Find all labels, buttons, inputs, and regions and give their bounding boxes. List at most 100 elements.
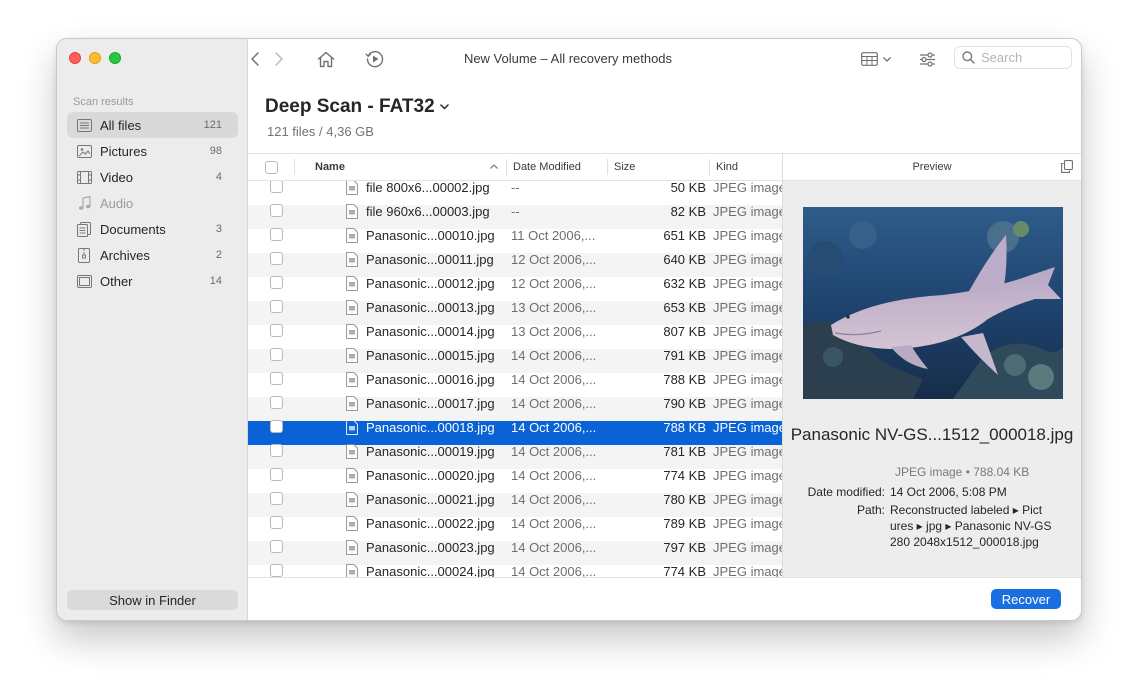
row-checkbox[interactable]: [270, 396, 283, 409]
kind-cell: JPEG image: [713, 443, 782, 459]
size-cell: 774 KB: [663, 467, 706, 483]
sidebar-item-pictures[interactable]: Pictures 98: [67, 138, 238, 164]
jpeg-file-icon: [346, 491, 358, 507]
jpeg-file-icon: [346, 227, 358, 243]
file-name: Panasonic...00022.jpg: [366, 515, 495, 531]
scan-title-label: Deep Scan - FAT32: [265, 96, 435, 117]
back-button[interactable]: [245, 48, 265, 70]
row-checkbox[interactable]: [270, 540, 283, 553]
kind-cell: JPEG image: [713, 299, 782, 315]
name-cell: Panasonic...00014.jpg: [346, 319, 506, 343]
row-cells: Panasonic...00017.jpg 14 Oct 2006,... 790 …: [248, 391, 782, 415]
kind-cell: JPEG image: [713, 395, 782, 411]
copy-icon[interactable]: [1061, 160, 1073, 173]
path-label: Path:: [856, 503, 885, 517]
sidebar-item-count: 4: [215, 171, 222, 183]
filter-settings-button[interactable]: [915, 48, 939, 70]
size-cell: 788 KB: [663, 371, 706, 387]
sidebar-item-other[interactable]: Other 14: [67, 268, 238, 294]
resume-scan-button[interactable]: [363, 48, 387, 70]
file-name: Panasonic...00013.jpg: [366, 299, 495, 315]
search-input[interactable]: Search: [981, 50, 1022, 65]
jpeg-file-icon: [346, 467, 358, 483]
column-header-name[interactable]: Name: [315, 154, 505, 180]
row-checkbox[interactable]: [270, 420, 283, 433]
column-header-kind[interactable]: Kind: [716, 154, 738, 180]
search-field[interactable]: Search: [954, 46, 1072, 69]
row-checkbox[interactable]: [270, 372, 283, 385]
close-window-button[interactable]: [69, 52, 81, 64]
name-cell: Panasonic...00015.jpg: [346, 343, 506, 367]
sidebar-item-all-files[interactable]: All files 121: [67, 112, 238, 138]
recover-button[interactable]: Recover: [991, 589, 1061, 609]
row-checkbox[interactable]: [270, 444, 283, 457]
sidebar-item-video[interactable]: Video 4: [67, 164, 238, 190]
date-modified-value: 14 Oct 2006, 5:08 PM: [890, 485, 1007, 499]
home-button[interactable]: [314, 48, 338, 70]
row-checkbox[interactable]: [270, 564, 283, 577]
date-cell: --: [511, 181, 520, 195]
jpeg-file-icon: [346, 419, 358, 435]
row-checkbox[interactable]: [270, 492, 283, 505]
row-checkbox[interactable]: [270, 276, 283, 289]
other-icon: [76, 273, 92, 289]
sidebar-item-audio[interactable]: Audio: [67, 190, 238, 216]
sidebar-item-count: 2: [215, 249, 222, 261]
row-checkbox[interactable]: [270, 516, 283, 529]
path-line: Reconstructed labeled ▸ Pict: [890, 503, 1043, 517]
scan-title[interactable]: Deep Scan - FAT32: [265, 96, 449, 118]
kind-cell: JPEG image: [713, 563, 782, 578]
name-cell: Panasonic...00021.jpg: [346, 487, 506, 511]
row-checkbox[interactable]: [270, 300, 283, 313]
forward-button[interactable]: [269, 48, 289, 70]
size-cell: 788 KB: [663, 419, 706, 435]
name-cell: Panasonic...00024.jpg: [346, 559, 506, 577]
row-cells: Panasonic...00023.jpg 14 Oct 2006,... 797 …: [248, 535, 782, 559]
row-checkbox[interactable]: [270, 468, 283, 481]
row-checkbox[interactable]: [270, 228, 283, 241]
row-checkbox[interactable]: [270, 348, 283, 361]
jpeg-file-icon: [346, 181, 358, 195]
kind-cell: JPEG image: [713, 371, 782, 387]
row-cells: Panasonic...00016.jpg 14 Oct 2006,... 788 …: [248, 367, 782, 391]
kind-cell: JPEG image: [713, 419, 782, 435]
select-all-checkbox[interactable]: [265, 160, 278, 174]
column-header-date[interactable]: Date Modified: [513, 154, 581, 180]
table-row[interactable]: Panasonic...00024.jpg 14 Oct 2006,... 774 …: [248, 564, 782, 577]
sidebar-list: All files 121 Pictures 98 Video 4 Audio …: [67, 112, 238, 294]
column-header-size[interactable]: Size: [614, 154, 635, 180]
footer-bar: Recover: [248, 577, 1081, 620]
row-cells: Panasonic...00018.jpg 14 Oct 2006,... 788 …: [248, 415, 782, 439]
name-cell: file 960x6...00003.jpg: [346, 199, 506, 223]
row-checkbox[interactable]: [270, 204, 283, 217]
minimize-window-button[interactable]: [89, 52, 101, 64]
zoom-window-button[interactable]: [109, 52, 121, 64]
row-checkbox[interactable]: [270, 252, 283, 265]
sort-ascending-icon: [490, 164, 498, 169]
sidebar-item-archives[interactable]: Archives 2: [67, 242, 238, 268]
file-name: Panasonic...00024.jpg: [366, 563, 495, 578]
sidebar-item-documents[interactable]: Documents 3: [67, 216, 238, 242]
file-name: Panasonic...00017.jpg: [366, 395, 495, 411]
row-checkbox[interactable]: [270, 324, 283, 337]
kind-cell: JPEG image: [713, 181, 782, 195]
show-in-finder-button[interactable]: Show in Finder: [67, 590, 238, 610]
size-cell: 790 KB: [663, 395, 706, 411]
size-cell: 651 KB: [663, 227, 706, 243]
app-window: Scan results All files 121 Pictures 98 V…: [56, 38, 1082, 621]
search-icon: [962, 51, 975, 64]
size-cell: 780 KB: [663, 491, 706, 507]
jpeg-file-icon: [346, 539, 358, 555]
row-cells: Panasonic...00010.jpg 11 Oct 2006,... 651 …: [248, 223, 782, 247]
file-name: file 800x6...00002.jpg: [366, 181, 490, 195]
preview-title: Preview: [912, 161, 952, 173]
file-name: Panasonic...00018.jpg: [366, 419, 495, 435]
sidebar-item-label: Video: [100, 169, 134, 185]
column-divider: [294, 159, 295, 175]
view-mode-button[interactable]: [858, 48, 894, 70]
row-checkbox[interactable]: [270, 181, 283, 193]
kind-cell: JPEG image: [713, 515, 782, 531]
size-cell: 50 KB: [670, 181, 706, 195]
window-title: New Volume – All recovery methods: [463, 51, 673, 66]
name-cell: Panasonic...00010.jpg: [346, 223, 506, 247]
